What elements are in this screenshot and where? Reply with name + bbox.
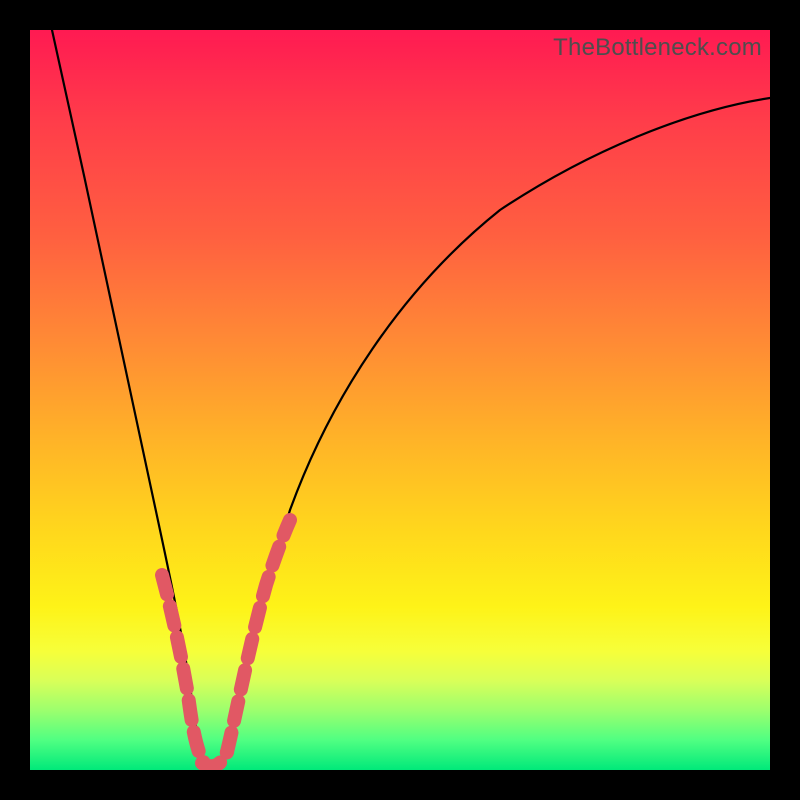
curve-overlay xyxy=(30,30,770,770)
plot-area: TheBottleneck.com xyxy=(30,30,770,770)
chart-frame: TheBottleneck.com xyxy=(0,0,800,800)
markers-right xyxy=(227,520,290,752)
markers-left xyxy=(162,575,204,763)
bottleneck-curve xyxy=(52,30,770,767)
